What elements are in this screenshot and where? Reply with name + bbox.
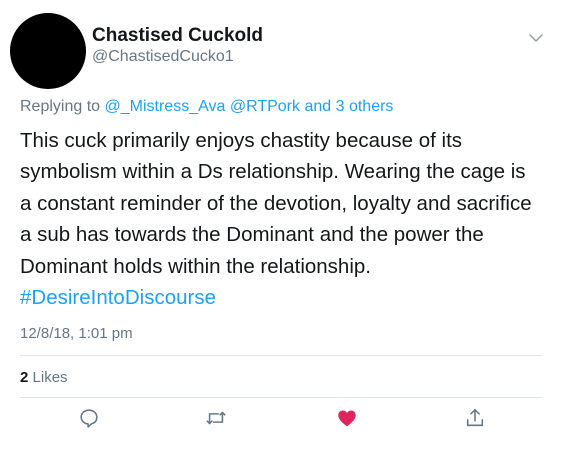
likes-label: Likes bbox=[32, 369, 68, 386]
likes-count[interactable]: 2 Likes bbox=[20, 369, 68, 386]
heart-icon bbox=[338, 410, 356, 427]
share-icon bbox=[466, 408, 484, 427]
replying-to-label: Replying to bbox=[20, 98, 101, 115]
replying-to: Replying to @_Mistress_Ava @RTPork and 3… bbox=[20, 98, 393, 116]
avatar[interactable] bbox=[10, 13, 86, 89]
tweet-text-line: Dominant holds within the relationship. bbox=[20, 254, 371, 278]
retweet-button[interactable] bbox=[205, 407, 227, 429]
tweet-text-line: This cuck primarily enjoys chastity beca… bbox=[20, 129, 463, 152]
reply-others-link[interactable]: 3 others bbox=[336, 98, 394, 115]
share-button[interactable] bbox=[464, 407, 486, 429]
divider bbox=[20, 355, 542, 356]
reply-button[interactable] bbox=[78, 407, 100, 429]
display-name[interactable]: Chastised Cuckold bbox=[92, 25, 263, 47]
divider bbox=[20, 397, 542, 398]
reply-mentions-link[interactable]: @_Mistress_Ava @RTPork bbox=[105, 98, 301, 115]
retweet-icon bbox=[206, 411, 226, 425]
likes-number: 2 bbox=[20, 369, 29, 386]
hashtag-link[interactable]: #DesireIntoDiscourse bbox=[20, 286, 216, 309]
tweet-text-line: a sub has towards the Dominant and the p… bbox=[20, 223, 484, 247]
user-handle[interactable]: @ChastisedCucko1 bbox=[92, 48, 234, 66]
chevron-down-icon bbox=[529, 34, 543, 42]
tweet-text-line: symbolism within a Ds relationship. Wear… bbox=[20, 160, 526, 184]
tweet-menu-button[interactable] bbox=[528, 30, 544, 46]
tweet-timestamp[interactable]: 12/8/18, 1:01 pm bbox=[20, 325, 133, 342]
tweet-text: This cuck primarily enjoys chastity beca… bbox=[20, 125, 555, 313]
like-button[interactable] bbox=[336, 407, 358, 429]
replying-to-and: and bbox=[304, 98, 332, 115]
tweet-text-line: a constant reminder of the devotion, loy… bbox=[20, 191, 532, 215]
reply-icon bbox=[80, 409, 98, 428]
